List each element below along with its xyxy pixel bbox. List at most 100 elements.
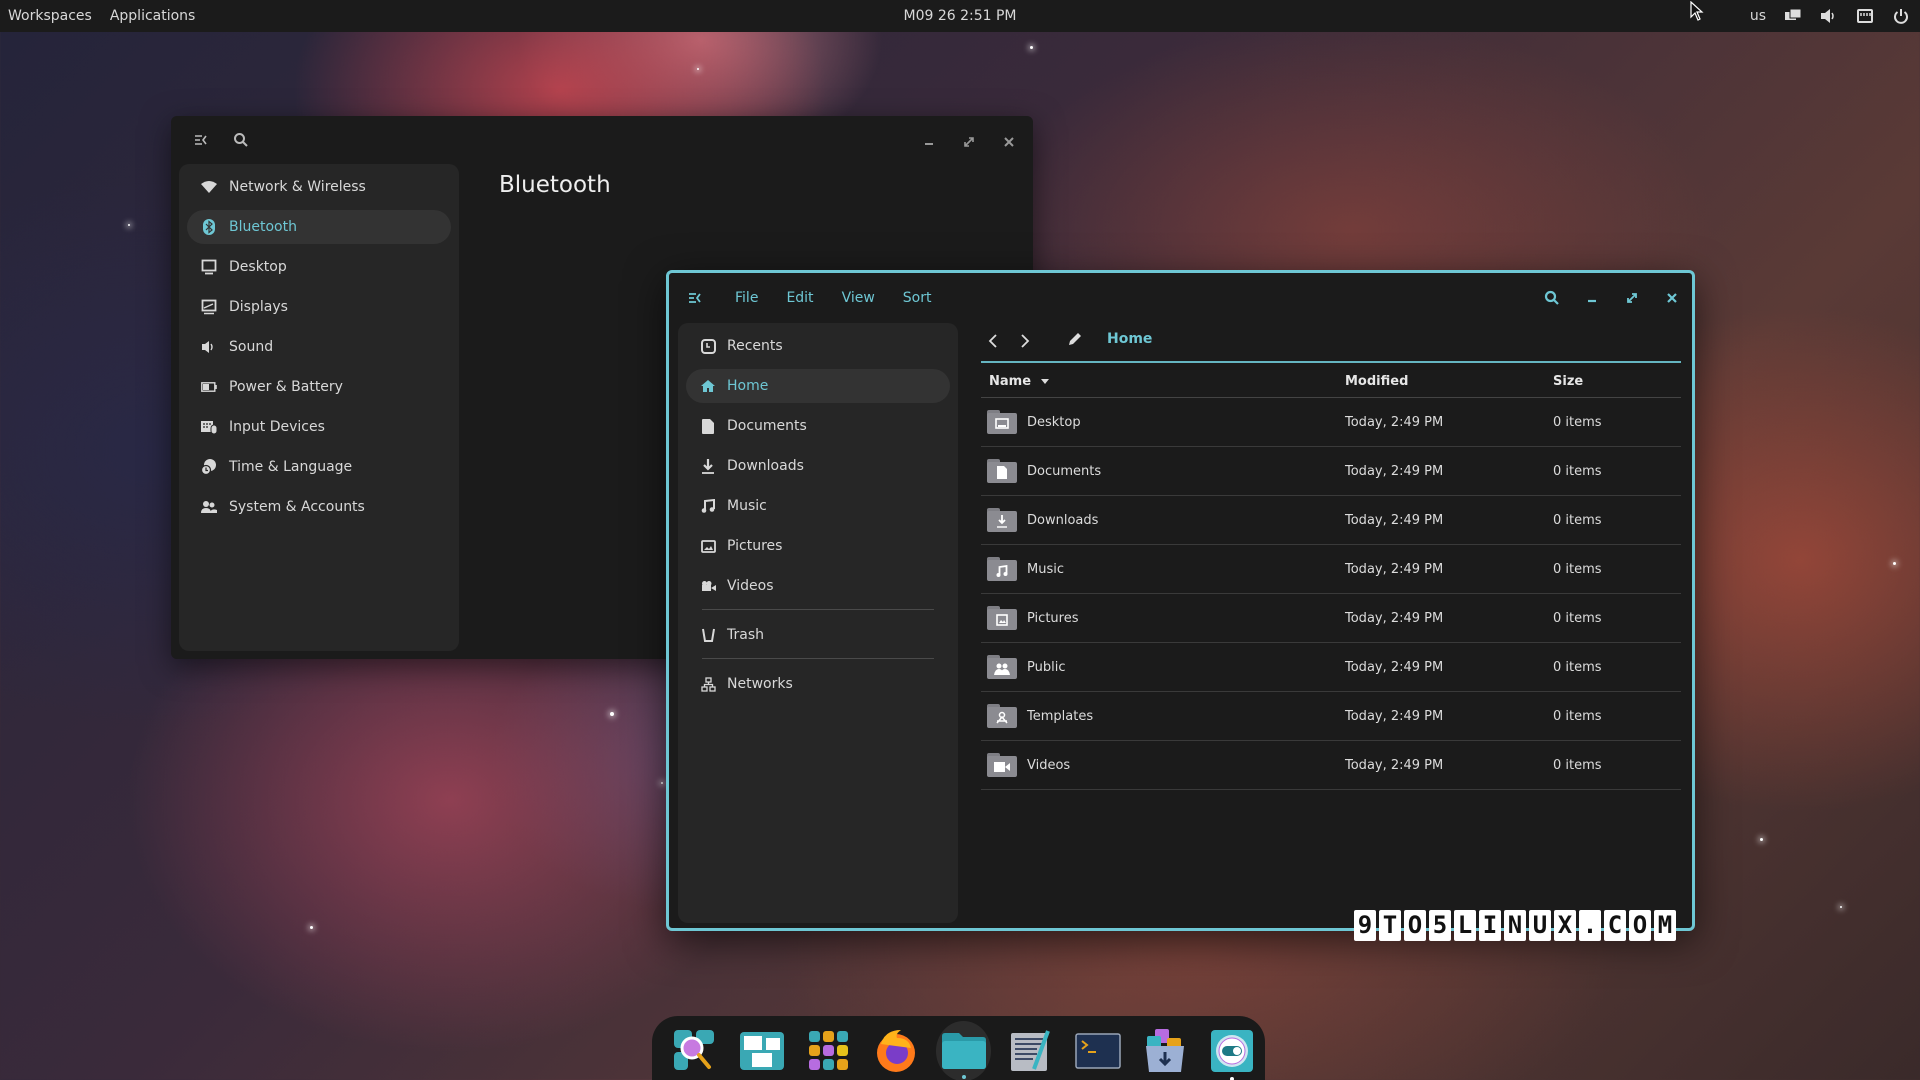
keyboard-layout[interactable]: us: [1750, 8, 1766, 24]
maximize-button[interactable]: [957, 130, 981, 154]
dock-app-store[interactable]: [1131, 1019, 1198, 1080]
place-networks[interactable]: Networks: [686, 667, 950, 701]
place-home[interactable]: Home: [686, 369, 950, 403]
nav-power-battery[interactable]: Power & Battery: [187, 370, 451, 404]
dock-firefox[interactable]: [863, 1019, 930, 1080]
watermark-char: N: [1504, 910, 1526, 941]
nav-desktop[interactable]: Desktop: [187, 250, 451, 284]
place-trash[interactable]: Trash: [686, 618, 950, 652]
file-size: 0 items: [1553, 659, 1602, 675]
network-wired-icon[interactable]: [1856, 7, 1874, 25]
star: [697, 68, 699, 70]
column-size-header[interactable]: Size: [1553, 374, 1681, 389]
file-row[interactable]: Videos Today, 2:49 PM 0 items: [981, 741, 1681, 790]
dock-workspaces[interactable]: [729, 1019, 796, 1080]
sidebar-toggle-icon[interactable]: [687, 289, 705, 307]
download-icon: [700, 458, 716, 474]
watermark-char: O: [1404, 910, 1426, 941]
nav-time-language[interactable]: Time & Language: [187, 450, 451, 484]
star: [1893, 562, 1896, 565]
star: [1840, 906, 1842, 908]
volume-icon[interactable]: [1820, 7, 1838, 25]
edit-path-icon[interactable]: [1067, 331, 1087, 351]
menu-view[interactable]: View: [828, 290, 889, 306]
video-icon: [700, 578, 716, 594]
dock-terminal[interactable]: [1064, 1019, 1131, 1080]
folder-pictures-icon: [987, 606, 1017, 630]
file-modified: Today, 2:49 PM: [1345, 757, 1444, 773]
workspaces-icon: [740, 1032, 785, 1070]
nav-label: Displays: [229, 299, 288, 315]
file-row[interactable]: Templates Today, 2:49 PM 0 items: [981, 692, 1681, 741]
file-name-cell: Templates: [981, 704, 1345, 728]
display-icon[interactable]: [1784, 7, 1802, 25]
nav-label: Desktop: [229, 259, 287, 275]
star: [128, 224, 130, 226]
dock-settings[interactable]: [1198, 1019, 1265, 1080]
column-name-header[interactable]: Name: [981, 374, 1345, 389]
nav-label: Input Devices: [229, 419, 325, 435]
menu-sort[interactable]: Sort: [889, 290, 946, 306]
wifi-icon: [201, 179, 217, 195]
nav-network-wireless[interactable]: Network & Wireless: [187, 170, 451, 204]
folder-templates-icon: [987, 704, 1017, 728]
place-music[interactable]: Music: [686, 489, 950, 523]
minimize-button[interactable]: [917, 130, 941, 154]
place-recents[interactable]: Recents: [686, 329, 950, 363]
file-row[interactable]: Pictures Today, 2:49 PM 0 items: [981, 594, 1681, 643]
menu-file[interactable]: File: [721, 290, 772, 306]
watermark-char: 9: [1354, 910, 1376, 941]
path-underline: [981, 361, 1681, 363]
column-label: Name: [989, 373, 1032, 389]
search-button[interactable]: [1538, 284, 1566, 312]
dock-applications[interactable]: [796, 1019, 863, 1080]
sidebar-toggle-icon[interactable]: [193, 132, 213, 152]
folder-public-icon: [987, 655, 1017, 679]
breadcrumb-home[interactable]: Home: [1107, 331, 1152, 347]
folder-videos-icon: [987, 753, 1017, 777]
close-button[interactable]: [1658, 284, 1686, 312]
nav-label: Bluetooth: [229, 219, 297, 235]
place-documents[interactable]: Documents: [686, 409, 950, 443]
back-button[interactable]: [981, 329, 1005, 353]
speaker-icon: [201, 339, 217, 355]
globe-clock-icon: [201, 459, 217, 475]
file-row[interactable]: Desktop Today, 2:49 PM 0 items: [981, 398, 1681, 447]
nav-displays[interactable]: Displays: [187, 290, 451, 324]
file-name: Videos: [1027, 757, 1071, 773]
forward-button[interactable]: [1013, 329, 1037, 353]
trash-icon: [700, 627, 716, 643]
search-icon[interactable]: [233, 132, 253, 152]
close-button[interactable]: [997, 130, 1021, 154]
nav-bluetooth[interactable]: Bluetooth: [187, 210, 451, 244]
power-icon[interactable]: [1892, 7, 1910, 25]
file-row[interactable]: Documents Today, 2:49 PM 0 items: [981, 447, 1681, 496]
clock[interactable]: M09 26 2:51 PM: [0, 0, 1920, 32]
file-row[interactable]: Music Today, 2:49 PM 0 items: [981, 545, 1681, 594]
file-row[interactable]: Downloads Today, 2:49 PM 0 items: [981, 496, 1681, 545]
monitor-icon: [201, 259, 217, 275]
column-modified-header[interactable]: Modified: [1345, 374, 1553, 389]
nav-system-accounts[interactable]: System & Accounts: [187, 490, 451, 524]
file-row[interactable]: Public Today, 2:49 PM 0 items: [981, 643, 1681, 692]
files-folder-icon: [941, 1033, 986, 1069]
place-label: Downloads: [727, 458, 804, 474]
nav-sound[interactable]: Sound: [187, 330, 451, 364]
place-downloads[interactable]: Downloads: [686, 449, 950, 483]
file-size: 0 items: [1553, 708, 1602, 724]
dock-launcher[interactable]: [662, 1019, 729, 1080]
dock-files[interactable]: [935, 1021, 992, 1080]
nav-input-devices[interactable]: Input Devices: [187, 410, 451, 444]
file-size: 0 items: [1553, 561, 1602, 577]
page-title: Bluetooth: [499, 172, 611, 198]
place-label: Videos: [727, 578, 774, 594]
place-videos[interactable]: Videos: [686, 569, 950, 603]
dock-text-editor[interactable]: [997, 1019, 1064, 1080]
place-pictures[interactable]: Pictures: [686, 529, 950, 563]
menu-edit[interactable]: Edit: [772, 290, 827, 306]
minimize-button[interactable]: [1578, 284, 1606, 312]
maximize-button[interactable]: [1618, 284, 1646, 312]
nav-label: Power & Battery: [229, 379, 343, 395]
text-editor-icon: [1010, 1030, 1050, 1071]
nav-label: System & Accounts: [229, 499, 365, 515]
